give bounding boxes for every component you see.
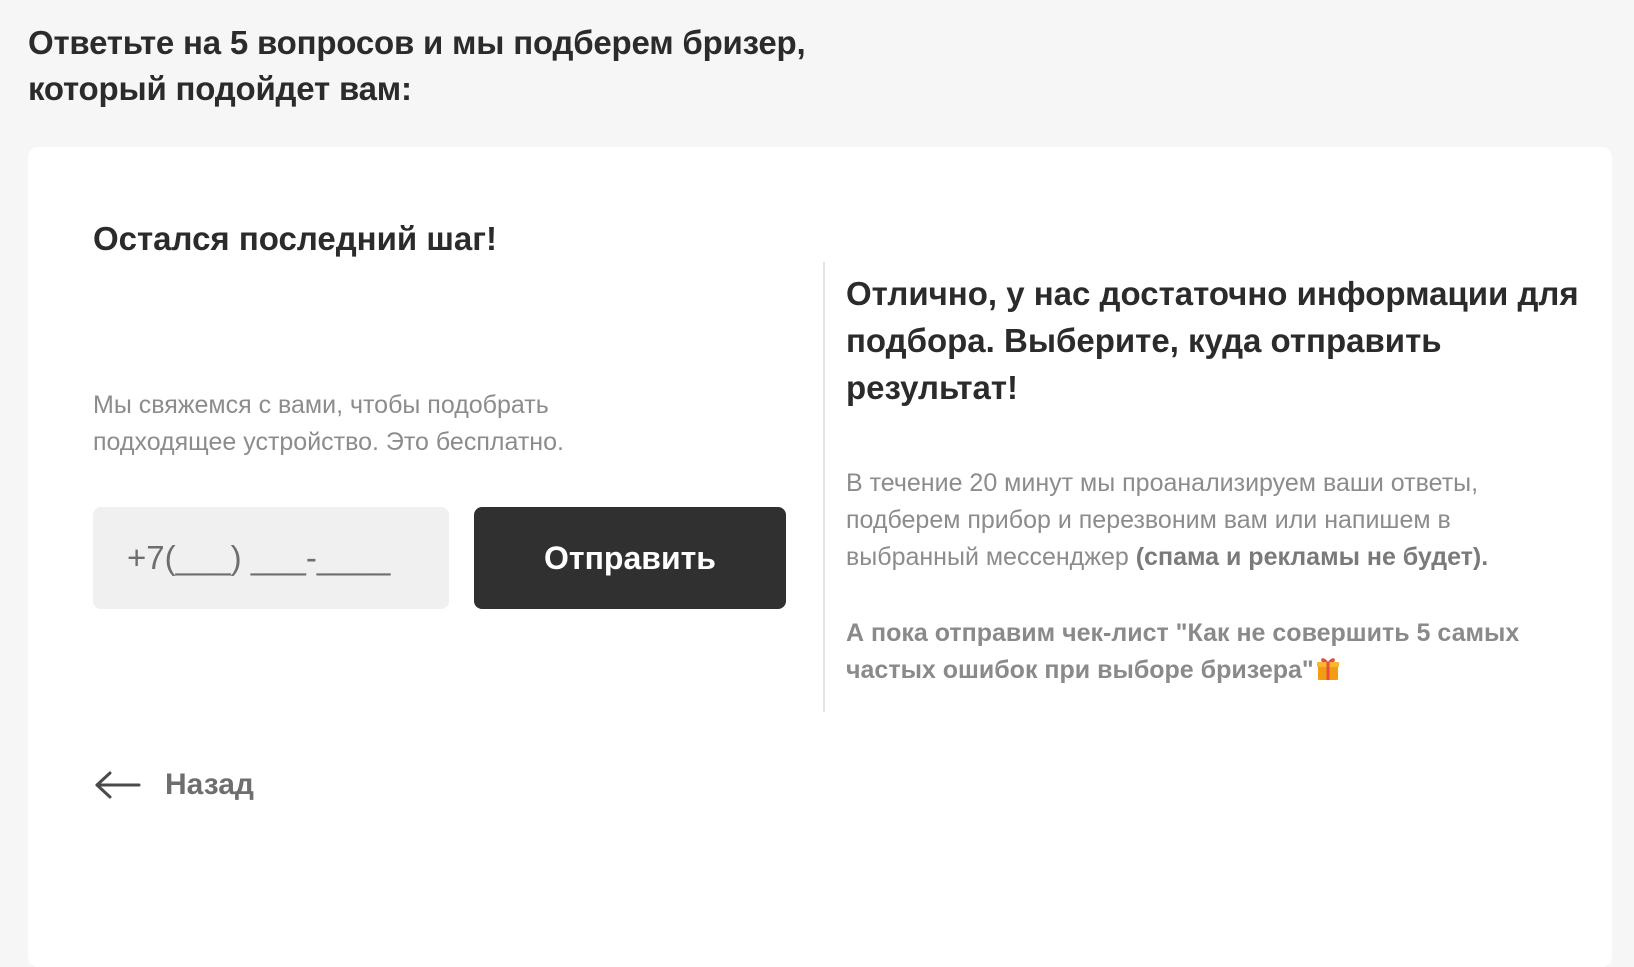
step-description-line: Мы свяжемся с вами, чтобы подобрать xyxy=(93,391,549,419)
quiz-card: Остался последний шаг! Мы свяжемся с вам… xyxy=(28,147,1612,967)
info-text-line: выбранный мессенджер (спама и рекламы не… xyxy=(846,539,1586,576)
phone-input[interactable] xyxy=(93,507,449,609)
checklist-note-line-2: частых ошибок при выборе бризера" xyxy=(846,652,1586,689)
info-text-line: подберем прибор и перезвоним вам или нап… xyxy=(846,506,1451,534)
checklist-note: А пока отправим чек-лист "Как не соверши… xyxy=(846,615,1586,689)
page-heading-line: который подойдет вам: xyxy=(28,70,412,107)
arrow-left-icon xyxy=(95,771,141,799)
no-spam-note: (спама и рекламы не будет). xyxy=(1135,543,1489,571)
divider xyxy=(823,262,825,712)
checklist-note-line: А пока отправим чек-лист "Как не соверши… xyxy=(846,619,1520,647)
step-description: Мы свяжемся с вами, чтобы подобрать подх… xyxy=(93,387,613,461)
page-heading: Ответьте на 5 вопросов и мы подберем бри… xyxy=(28,20,928,112)
info-text: В течение 20 минут мы проанализируем ваш… xyxy=(846,465,1586,576)
info-text-line: В течение 20 минут мы проанализируем ваш… xyxy=(846,469,1479,497)
checklist-note-text: частых ошибок при выборе бризера" xyxy=(846,656,1314,684)
step-title: Остался последний шаг! xyxy=(93,220,497,257)
gift-icon xyxy=(1316,658,1339,680)
page-heading-line: Ответьте на 5 вопросов и мы подберем бри… xyxy=(28,24,806,61)
back-label: Назад xyxy=(165,768,254,801)
step-description-line: подходящее устройство. Это бесплатно. xyxy=(93,428,564,456)
info-title-line: Отлично, у нас достаточно информации для xyxy=(846,275,1579,312)
info-title: Отлично, у нас достаточно информации для… xyxy=(846,270,1586,411)
info-title-line: подбора. Выберите, куда отправить xyxy=(846,322,1442,359)
info-title-line: результат! xyxy=(846,369,1019,406)
info-text-plain: выбранный мессенджер xyxy=(846,543,1136,571)
submit-button[interactable]: Отправить xyxy=(474,507,786,609)
back-button[interactable]: Назад xyxy=(93,765,254,805)
